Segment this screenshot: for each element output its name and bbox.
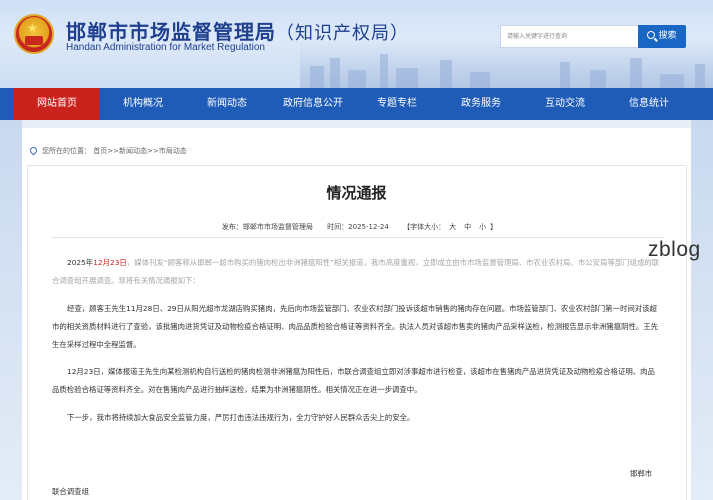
article-paragraph-1: 2025年12月23日，媒体刊发“顾客称从邯郸一超市购买的猪肉检出非洲猪瘟阳性”… bbox=[52, 258, 660, 285]
signature-team: 联合调查组 bbox=[52, 487, 89, 496]
nav-item-gov-info[interactable]: 政府信息公开 bbox=[270, 88, 356, 120]
main-nav: 网站首页 机构概况 新闻动态 政府信息公开 专题专栏 政务服务 互动交流 信息统… bbox=[0, 88, 713, 120]
nav-item-topics[interactable]: 专题专栏 bbox=[354, 88, 440, 120]
article-paragraph-4: 下一步，我市将持续加大食品安全监管力度，严厉打击违法违规行为，全力守护好人民群众… bbox=[67, 413, 415, 422]
search-button[interactable]: 搜索 bbox=[638, 25, 686, 48]
site-title-en: Handan Administration for Market Regulat… bbox=[66, 42, 265, 53]
emblem-icon[interactable]: ★ bbox=[14, 14, 54, 54]
font-size-medium-link[interactable]: 中 bbox=[464, 223, 471, 231]
nav-item-interaction[interactable]: 互动交流 bbox=[522, 88, 608, 120]
article-paragraph-2: 经查，顾客王先生11月28日、29日从阳光超市龙湖店购买猪肉，先后向市场监管部门… bbox=[52, 304, 659, 349]
breadcrumb-path[interactable]: 首页>>新闻动态>>市局动态 bbox=[93, 147, 186, 155]
font-size-label: 【字体大小： bbox=[403, 223, 446, 231]
nav-item-about[interactable]: 机构概况 bbox=[100, 88, 186, 120]
watermark: zblog bbox=[648, 238, 701, 261]
article-title: 情况通报 bbox=[326, 184, 387, 202]
site-title[interactable]: 邯郸市市场监督管理局（知识产权局） bbox=[66, 16, 409, 45]
nav-item-statistics[interactable]: 信息统计 bbox=[606, 88, 692, 120]
article-paragraph-3: 12月23日，媒体报道王先生向某检测机构自行送检的猪肉检测非洲猪瘟为阳性后，市联… bbox=[52, 367, 655, 394]
article-publisher: 发布：邯郸市市场监督管理局 bbox=[221, 223, 313, 231]
font-size-large-link[interactable]: 大 bbox=[449, 223, 456, 231]
article-time: 时间：2025-12-24 bbox=[327, 223, 389, 231]
site-header: ★ 邯郸市市场监督管理局（知识产权局） Handan Administratio… bbox=[0, 0, 713, 88]
page-background-right bbox=[691, 120, 713, 500]
page-background-left bbox=[0, 120, 22, 500]
signature-city: 邯郸市 bbox=[630, 469, 653, 478]
font-size-small-link[interactable]: 小 bbox=[479, 223, 486, 231]
article-meta: 发布：邯郸市市场监督管理局 时间：2025-12-24 【字体大小：大中小】 bbox=[221, 223, 498, 231]
nav-item-home[interactable]: 网站首页 bbox=[14, 88, 100, 120]
meta-divider bbox=[52, 237, 664, 238]
nav-item-services[interactable]: 政务服务 bbox=[438, 88, 524, 120]
search-input[interactable]: 请输入关键字进行查询 bbox=[500, 25, 638, 48]
location-pin-icon bbox=[28, 145, 39, 156]
search-icon bbox=[647, 31, 656, 39]
breadcrumb: 您所在的位置： 首页>>新闻动态>>市局动态 bbox=[28, 145, 187, 156]
nav-item-news[interactable]: 新闻动态 bbox=[184, 88, 270, 120]
